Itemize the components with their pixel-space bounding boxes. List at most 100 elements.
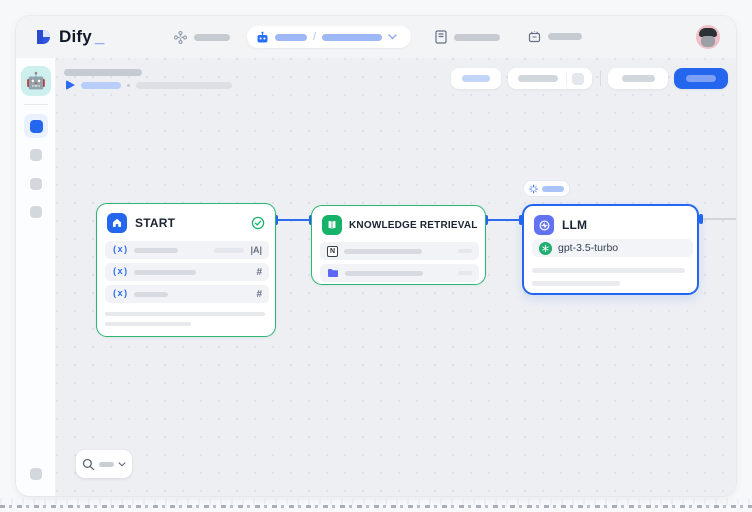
workflow-menu[interactable]: [174, 31, 230, 44]
start-var-row-1[interactable]: (x) |A|: [105, 241, 269, 259]
bot-icon: [256, 31, 269, 44]
workflow-name-skeleton: [322, 34, 382, 41]
sidebar-item-2[interactable]: [30, 149, 42, 161]
split-divider: [566, 72, 567, 85]
logo-text: Dify: [59, 27, 92, 47]
avatar-face: [701, 36, 715, 47]
edge-start-to-knowledge: [277, 219, 311, 221]
var2-name-skeleton: [134, 270, 196, 275]
split-menu-icon[interactable]: [572, 73, 584, 85]
sidebar-item-4[interactable]: [30, 206, 42, 218]
sidebar-divider: [24, 104, 48, 105]
start-node-title: START: [135, 216, 175, 230]
llm-model-row[interactable]: gpt-3.5-turbo: [532, 239, 693, 257]
run-label-skeleton: [81, 82, 121, 89]
screenshot-noise-strip: [0, 505, 752, 508]
user-avatar[interactable]: [696, 25, 720, 49]
dify-logo-icon: [34, 28, 52, 46]
spinner-icon: [529, 184, 538, 194]
play-icon[interactable]: [66, 80, 75, 90]
variable-icon: (x): [112, 289, 128, 299]
workflow-canvas[interactable]: START (x) |A| (x) # (x): [56, 58, 736, 496]
run-status-row: [66, 80, 232, 90]
docs-label-skeleton: [454, 34, 500, 41]
home-icon: [107, 213, 127, 233]
edge3-source-handle[interactable]: [699, 214, 703, 224]
publish-label-skeleton: [686, 75, 716, 82]
features-label-skeleton: [462, 75, 490, 82]
preview-split-button[interactable]: [508, 68, 592, 89]
running-label-skeleton: [542, 186, 564, 192]
run-button[interactable]: [608, 68, 668, 89]
features-button[interactable]: [451, 68, 501, 89]
llm-node-title: LLM: [562, 218, 587, 232]
llm-running-badge: [523, 180, 570, 197]
workflow-icon: [174, 31, 187, 44]
node-knowledge-retrieval[interactable]: KNOWLEDGE RETRIEVAL N: [311, 205, 486, 285]
workflow-title-skeleton: [64, 69, 142, 76]
llm-desc-skeleton-1: [532, 268, 685, 273]
var1-value-skeleton: [214, 248, 244, 253]
magic-bot-icon: [528, 30, 541, 43]
variable-icon: (x): [112, 267, 128, 277]
dify-logo[interactable]: Dify _: [34, 16, 104, 58]
assistant-menu[interactable]: [528, 30, 582, 43]
screenshot-noise-band: [0, 498, 752, 505]
dataset1-count-skeleton: [458, 249, 472, 253]
run-meta-skeleton: [136, 82, 232, 89]
llm-node-header: LLM: [524, 206, 697, 241]
llm-icon: [534, 215, 554, 235]
variable-icon: (x): [112, 245, 128, 255]
top-header: Dify _ /: [16, 16, 736, 58]
edge-llm-outgoing: [702, 218, 736, 220]
workflow-label-skeleton: [194, 34, 230, 41]
number-type-icon: #: [256, 289, 262, 300]
publish-button[interactable]: [674, 68, 728, 89]
zoom-level-skeleton: [99, 462, 114, 467]
dataset2-name-skeleton: [345, 271, 423, 276]
left-sidebar: 🤖: [16, 58, 56, 496]
number-type-icon: #: [256, 267, 262, 278]
model-name: gpt-3.5-turbo: [558, 242, 618, 254]
dataset-row-2[interactable]: [320, 264, 479, 282]
logo-cursor: _: [95, 27, 104, 47]
dataset2-count-skeleton: [458, 271, 472, 275]
preview-label-skeleton: [518, 75, 558, 82]
assistant-label-skeleton: [548, 33, 582, 40]
current-app-icon[interactable]: 🤖: [21, 66, 51, 96]
sidebar-item-3[interactable]: [30, 178, 42, 190]
app-name-skeleton: [275, 34, 307, 41]
book-icon: [435, 30, 447, 44]
node-start[interactable]: START (x) |A| (x) # (x): [96, 203, 276, 337]
active-square-icon: [30, 120, 43, 133]
app-window: Dify _ /: [16, 16, 736, 496]
sidebar-item-settings[interactable]: [30, 468, 42, 480]
string-type-icon: |A|: [250, 245, 262, 255]
folder-icon: [327, 268, 339, 278]
app-switcher-pill[interactable]: /: [247, 26, 411, 48]
docs-menu[interactable]: [435, 30, 500, 44]
separator-dot: [127, 84, 130, 87]
toolbar-divider: [600, 71, 601, 86]
knowledge-node-title: KNOWLEDGE RETRIEVAL: [349, 220, 478, 231]
chevron-down-icon: [388, 34, 397, 40]
dataset1-name-skeleton: [344, 249, 422, 254]
chevron-down-icon: [118, 462, 126, 467]
success-check-icon: [251, 216, 265, 230]
llm-desc-skeleton-2: [532, 281, 620, 286]
dataset-row-1[interactable]: N: [320, 242, 479, 260]
edge-knowledge-to-llm: [487, 219, 522, 221]
start-node-header: START: [97, 204, 275, 239]
zoom-control[interactable]: [76, 450, 132, 478]
run-button-label-skeleton: [622, 75, 655, 82]
knowledge-book-icon: [322, 215, 342, 235]
node-llm[interactable]: LLM gpt-3.5-turbo: [522, 204, 699, 295]
start-var-row-2[interactable]: (x) #: [105, 263, 269, 281]
start-var-row-3[interactable]: (x) #: [105, 285, 269, 303]
openai-icon: [539, 242, 552, 255]
knowledge-node-header: KNOWLEDGE RETRIEVAL: [312, 206, 485, 241]
sidebar-item-workflow-active[interactable]: [24, 114, 48, 138]
start-desc-skeleton-1: [105, 312, 265, 316]
start-desc-skeleton-2: [105, 322, 191, 326]
notion-icon: N: [327, 246, 338, 257]
